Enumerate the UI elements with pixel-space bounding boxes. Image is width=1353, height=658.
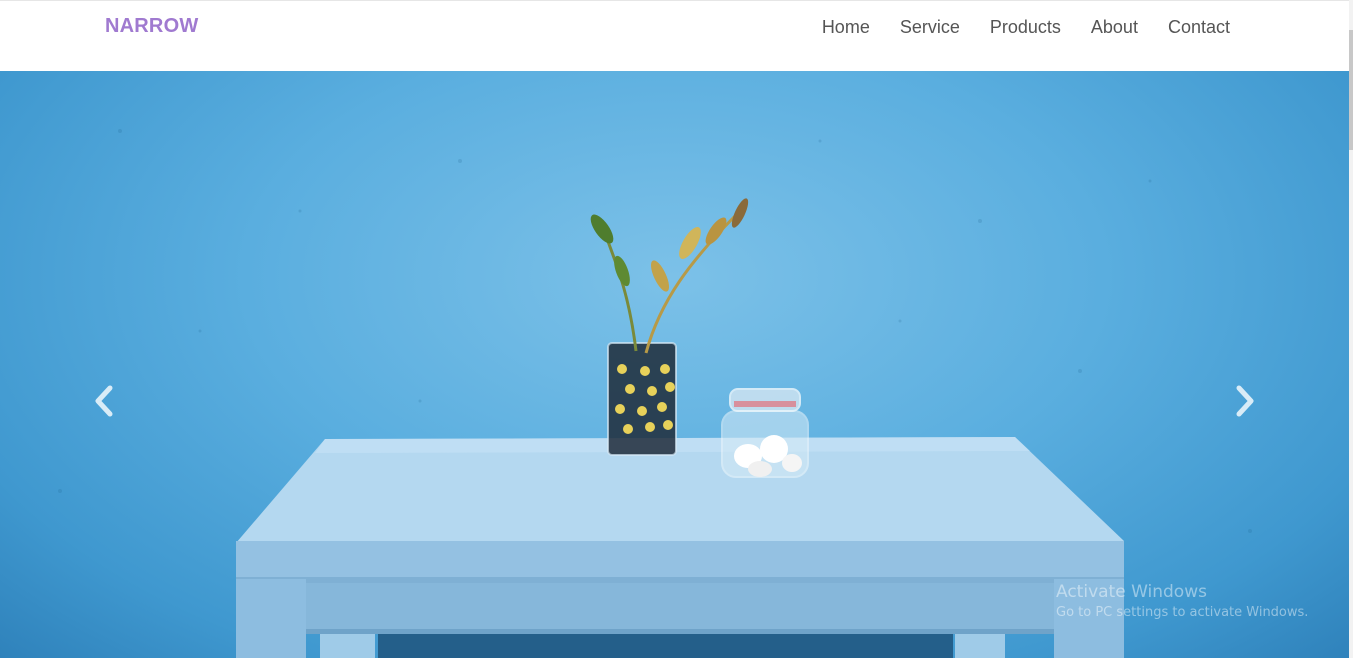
hero-carousel [0, 71, 1349, 658]
main-nav: Home Service Products About Contact [807, 16, 1230, 38]
brand-logo[interactable]: NARROW [105, 15, 198, 38]
watermark-title: Activate Windows [1056, 582, 1207, 602]
activate-windows-watermark: Activate Windows Go to PC settings to ac… [1056, 582, 1308, 620]
page-scrollbar[interactable] [1349, 0, 1353, 658]
nav-item-service[interactable]: Service [885, 16, 975, 38]
carousel-next-button[interactable] [1232, 384, 1258, 418]
watermark-subtitle: Go to PC settings to activate Windows. [1056, 605, 1309, 620]
nav-item-home[interactable]: Home [807, 16, 885, 38]
nav-item-about[interactable]: About [1076, 16, 1153, 38]
chevron-right-icon [1236, 385, 1254, 417]
nav-item-contact[interactable]: Contact [1153, 16, 1230, 38]
scrollbar-thumb[interactable] [1349, 30, 1353, 150]
carousel-prev-button[interactable] [91, 384, 117, 418]
hero-image [58, 129, 1252, 658]
top-navbar: NARROW Home Service Products About Conta… [0, 0, 1353, 71]
nav-item-products[interactable]: Products [975, 16, 1076, 38]
glass-jar [721, 388, 809, 478]
chevron-left-icon [95, 385, 113, 417]
